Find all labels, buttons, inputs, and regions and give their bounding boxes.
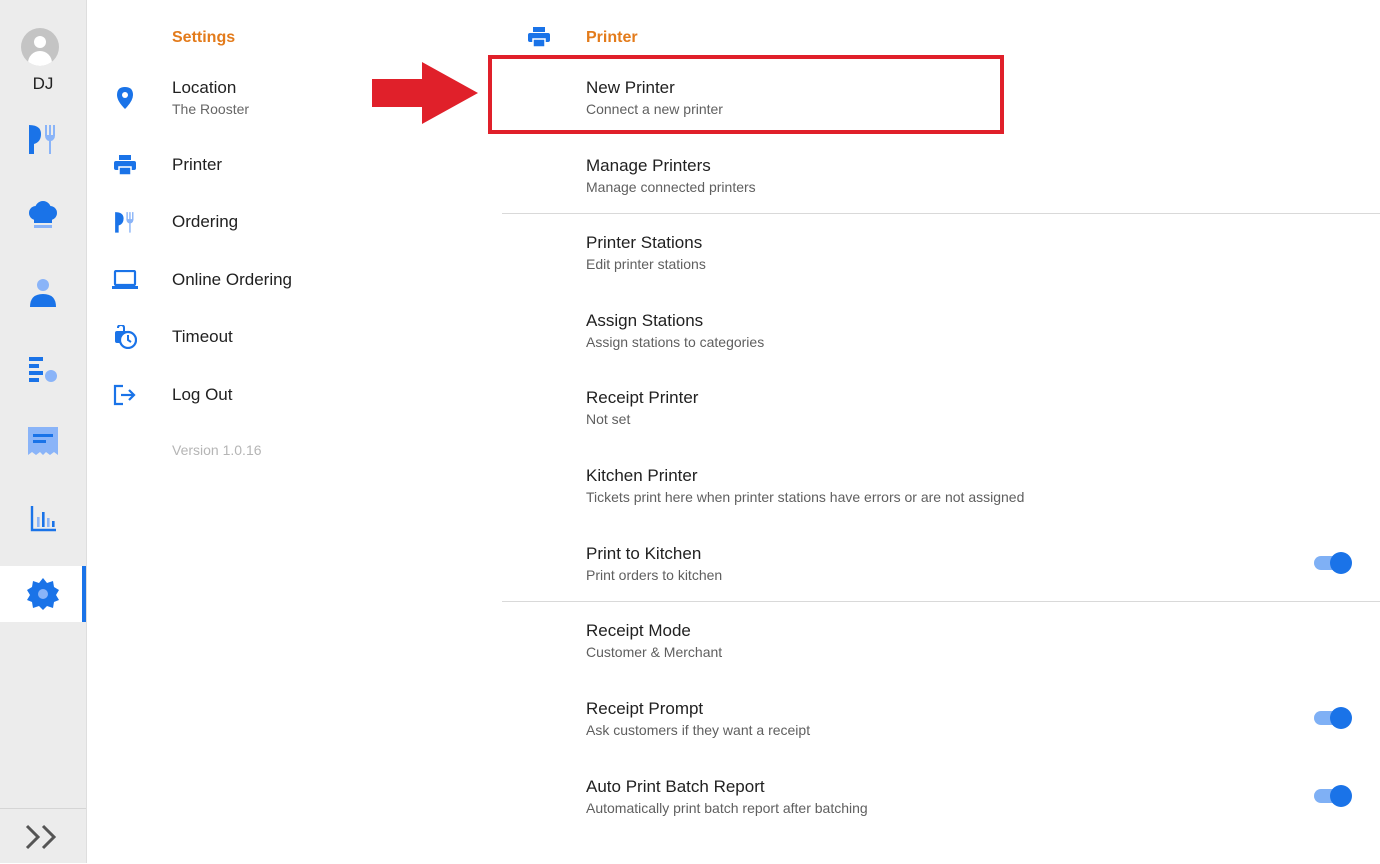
knife-fork-icon [29, 125, 55, 154]
menu-item-label: Location [172, 78, 237, 97]
rail-ordering-button[interactable] [0, 111, 86, 167]
setting-auto-print-batch-report[interactable]: Auto Print Batch Report Automatically pr… [586, 777, 1376, 837]
printer-icon [112, 152, 138, 178]
rail-settings-button[interactable] [0, 566, 86, 622]
receipt-prompt-toggle[interactable] [1314, 707, 1352, 729]
printer-icon [527, 26, 551, 53]
location-pin-icon [112, 85, 138, 111]
rail-orders-button[interactable] [0, 413, 86, 469]
print-to-kitchen-toggle[interactable] [1314, 552, 1352, 574]
setting-title: Assign Stations [586, 311, 704, 330]
person-icon [30, 279, 56, 307]
menu-item-printer[interactable]: Printer [100, 140, 460, 190]
receipt-icon [28, 427, 58, 455]
setting-description: Edit printer stations [586, 256, 706, 272]
avatar[interactable] [21, 28, 59, 66]
setting-description: Assign stations to categories [586, 334, 765, 350]
setting-title: Print to Kitchen [586, 544, 702, 563]
menu-item-online-ordering[interactable]: Online Ordering [100, 255, 460, 305]
chef-hat-icon [29, 201, 57, 228]
setting-manage-printers[interactable]: Manage Printers Manage connected printer… [586, 156, 1376, 216]
setting-description: Print orders to kitchen [586, 567, 723, 583]
rail-reports-button[interactable] [0, 490, 86, 546]
bar-chart-icon [30, 506, 56, 532]
printer-panel-title: Printer [586, 29, 638, 46]
menu-item-log-out[interactable]: Log Out [100, 370, 460, 420]
setting-print-to-kitchen[interactable]: Print to Kitchen Print orders to kitchen [586, 544, 1376, 604]
setting-title: Manage Printers [586, 156, 711, 175]
app-version: Version 1.0.16 [172, 442, 262, 458]
setting-receipt-printer[interactable]: Receipt Printer Not set [586, 388, 1376, 448]
setting-description: Automatically print batch report after b… [586, 800, 868, 816]
menu-item-timeout[interactable]: Timeout [100, 312, 460, 362]
setting-description: Customer & Merchant [586, 644, 723, 660]
expand-rail-button[interactable] [0, 808, 86, 864]
menu-item-label: Ordering [172, 212, 239, 231]
double-chevron-right-icon [25, 824, 57, 849]
setting-title: Receipt Prompt [586, 699, 704, 718]
setting-receipt-mode[interactable]: Receipt Mode Customer & Merchant [586, 621, 1376, 681]
section-divider [502, 601, 1380, 602]
timer-lock-icon [112, 324, 138, 350]
highlight-box-annotation [488, 55, 1004, 134]
user-initials: DJ [32, 74, 54, 93]
nav-rail: DJ [0, 0, 87, 863]
menu-item-label: Printer [172, 155, 223, 174]
setting-title: Receipt Printer [586, 388, 699, 407]
rail-kitchen-button[interactable] [0, 188, 86, 244]
setting-description: Ask customers if they want a receipt [586, 722, 811, 738]
list-settings-icon [29, 357, 57, 382]
menu-item-sublabel: The Rooster [172, 101, 250, 117]
auto-print-batch-report-toggle[interactable] [1314, 785, 1352, 807]
menu-item-label: Online Ordering [172, 270, 293, 289]
setting-title: Printer Stations [586, 233, 703, 252]
setting-assign-stations[interactable]: Assign Stations Assign stations to categ… [586, 311, 1376, 371]
setting-description: Not set [586, 411, 631, 427]
logout-icon [112, 382, 138, 408]
rail-menu-button[interactable] [0, 341, 86, 397]
settings-title: Settings [172, 29, 236, 46]
setting-description: Tickets print here when printer stations… [586, 489, 1025, 505]
red-arrow-annotation [372, 62, 478, 124]
knife-fork-icon [112, 209, 138, 235]
rail-customers-button[interactable] [0, 264, 86, 320]
laptop-icon [112, 267, 138, 293]
setting-title: Auto Print Batch Report [586, 777, 765, 796]
setting-receipt-prompt[interactable]: Receipt Prompt Ask customers if they wan… [586, 699, 1376, 759]
setting-title: Kitchen Printer [586, 466, 698, 485]
setting-title: Receipt Mode [586, 621, 691, 640]
menu-item-label: Timeout [172, 327, 233, 346]
gear-icon [27, 578, 59, 610]
setting-description: Manage connected printers [586, 179, 756, 195]
menu-item-label: Log Out [172, 385, 233, 404]
setting-kitchen-printer[interactable]: Kitchen Printer Tickets print here when … [586, 466, 1376, 526]
menu-item-ordering[interactable]: Ordering [100, 197, 460, 247]
setting-printer-stations[interactable]: Printer Stations Edit printer stations [586, 233, 1376, 293]
section-divider [502, 213, 1380, 214]
